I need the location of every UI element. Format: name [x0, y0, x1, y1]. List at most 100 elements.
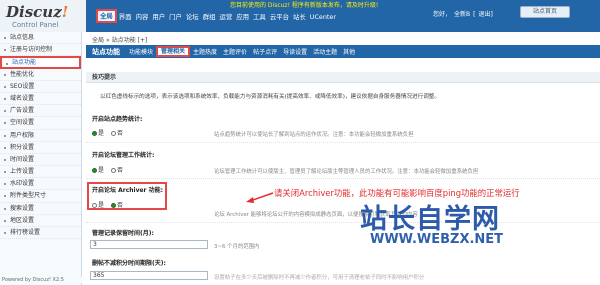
nav-item-3[interactable]: 用户 [150, 11, 167, 23]
field-desc-delete: 设置帖子在多少天后被删除时不再减少作者积分，可用于清理老帖子同时不影响用户积分 [214, 275, 425, 281]
logo-mark: ! [61, 3, 69, 21]
upgrade-notice[interactable]: 您目前使用的 Discuz! 程序有新版本发布，请及时升级! [230, 1, 378, 10]
sidebar-item-8[interactable]: 用户权限 [0, 130, 81, 142]
powered-by: Powered by Discuz! X2.5 [0, 277, 82, 283]
tips-header: 技巧提示 [86, 72, 600, 83]
sidebar-item-10[interactable]: 时间设置 [0, 154, 81, 167]
delete-period-input[interactable]: 365 [90, 271, 208, 280]
nav-item-9[interactable]: 工具 [251, 11, 268, 23]
sidebar-item-9[interactable]: 积分设置 [0, 142, 81, 154]
sidebar-item-12[interactable]: 水印设置 [0, 178, 81, 191]
sidebar-item-6[interactable]: 广告设置 [0, 105, 81, 118]
separator: [ [473, 11, 476, 18]
radio-no-icon [111, 203, 117, 208]
sub-tabs: 站点功能 功能模块 管理相关 主题热度 主题评价 帖子点评 导读设置 活动主题 其他 [86, 45, 600, 58]
radio-yes[interactable]: 是 [92, 200, 104, 209]
nav-item-4[interactable]: 门户 [167, 11, 184, 23]
tab-5[interactable]: 导读设置 [280, 47, 310, 56]
nav-item-2[interactable]: 内容 [134, 11, 151, 23]
sidebar: 站点信息 注册与访问控制 站点功能 性能优化 SEO设置 域名设置 广告设置 空间设置 用户权限… [0, 32, 82, 285]
tab-4[interactable]: 帖子点评 [250, 47, 280, 56]
setting-desc-work: 论坛管理工作统计可以使版主、管理员了解论坛版主等管理人员的工作状况。注意：本功能… [214, 169, 479, 175]
breadcrumb-page: 站点功能 [111, 37, 136, 44]
watermark-cn: 站长自学网 [360, 204, 500, 235]
annotation-arrow-icon [246, 192, 274, 203]
watermark-url: WWW.WEBZX.NET [370, 232, 504, 247]
username: 全新B [454, 11, 471, 18]
setting-radios-work: 是 否 [92, 165, 123, 174]
divider [86, 142, 600, 143]
radio-yes[interactable]: 是 [92, 165, 104, 174]
radio-no-label: 否 [117, 167, 124, 174]
radio-no-icon [111, 131, 117, 136]
divider [86, 178, 600, 179]
section-title: 站点功能 [92, 47, 120, 56]
radio-no[interactable]: 否 [111, 200, 123, 209]
user-info: 您好， 全新B[退出] [430, 9, 493, 18]
nav-item-1[interactable]: 界面 [117, 11, 134, 23]
nav-item-5[interactable]: 论坛 [184, 11, 201, 23]
setting-desc-trend: 站点趋势统计可以使站长了解到站点的运作状况。注意：本功能会轻微加重系统负担 [214, 132, 414, 138]
nav-item-0[interactable]: 全局 [96, 9, 117, 23]
sidebar-item-0[interactable]: 站点信息 [0, 32, 81, 45]
setting-label-work: 开启论坛管理工作统计: [92, 152, 155, 159]
sidebar-item-16[interactable]: 排行榜设置 [0, 227, 81, 240]
nav-item-6[interactable]: 群组 [201, 11, 218, 23]
radio-yes-icon [92, 131, 97, 136]
radio-yes-icon [92, 203, 97, 208]
sidebar-item-7[interactable]: 空间设置 [0, 117, 81, 130]
breadcrumb-root[interactable]: 全局 [92, 37, 104, 44]
radio-yes-label: 是 [98, 130, 105, 137]
greeting: 您好， [433, 11, 452, 18]
nav-item-7[interactable]: 运营 [217, 11, 234, 23]
logo-text: Discuz [6, 3, 62, 21]
radio-yes[interactable]: 是 [92, 128, 104, 137]
radio-no-label: 否 [117, 130, 124, 137]
setting-radios-trend: 是 否 [92, 128, 123, 137]
top-nav: 全局 界面 内容 用户 门户 论坛 群组 运营 应用 工具 云平台 站长 UCenter [96, 9, 338, 23]
radio-yes-label: 是 [98, 167, 105, 174]
divider [86, 222, 600, 223]
sidebar-item-13[interactable]: 附件类型尺寸 [0, 190, 81, 203]
sidebar-item-4[interactable]: SEO设置 [0, 81, 81, 93]
tip-text: 以红色虚线标示的选项，表示该选项和系统效率、负载能力与资源消耗有关(提高效率、或… [100, 94, 440, 100]
logout-link[interactable]: 退出] [478, 11, 492, 18]
sidebar-item-5[interactable]: 域名设置 [0, 93, 81, 106]
breadcrumb-sep: » [106, 37, 110, 44]
logo-subtitle: Control Panel [12, 21, 59, 29]
sidebar-item-14[interactable]: 搜索设置 [0, 203, 81, 215]
tab-6[interactable]: 活动主题 [310, 47, 340, 56]
tab-2[interactable]: 主题热度 [190, 47, 220, 56]
radio-no-label: 否 [117, 202, 124, 209]
main-panel: 全局» 站点功能 [+] 站点功能 功能模块 管理相关 主题热度 主题评价 帖子点评 导读设… [86, 32, 600, 285]
tab-1[interactable]: 管理相关 [156, 46, 191, 57]
tab-0[interactable]: 功能模块 [126, 47, 156, 56]
sidebar-item-2[interactable]: 站点功能 [0, 56, 81, 69]
tab-3[interactable]: 主题评价 [220, 47, 250, 56]
breadcrumb: 全局» 站点功能 [+] [92, 35, 147, 44]
discuz-logo: Discuz! Control Panel [0, 0, 86, 32]
radio-no[interactable]: 否 [111, 165, 123, 174]
sidebar-item-1[interactable]: 注册与访问控制 [0, 44, 81, 57]
field-desc-log: 3~6 个月的范围内 [214, 244, 260, 250]
sidebar-item-15[interactable]: 地区设置 [0, 215, 81, 227]
radio-yes-label: 是 [98, 202, 105, 209]
log-retention-input[interactable]: 3 [90, 240, 208, 249]
nav-item-10[interactable]: 云平台 [268, 11, 291, 23]
radio-yes-icon [92, 168, 97, 173]
breadcrumb-plus[interactable]: [+] [138, 37, 148, 44]
nav-item-8[interactable]: 应用 [234, 11, 251, 23]
field-label-delete: 删帖不减积分时间期限(天): [92, 260, 166, 267]
setting-label-trend: 开启站点趋势统计: [92, 116, 143, 123]
radio-no-icon [111, 168, 117, 173]
tab-7[interactable]: 其他 [340, 47, 358, 56]
setting-radios-archiver: 是 否 [92, 200, 123, 209]
site-home-button[interactable]: 站点首页 [520, 6, 570, 18]
nav-item-11[interactable]: 站长 [291, 11, 308, 23]
radio-no[interactable]: 否 [111, 128, 123, 137]
field-label-log: 管理记录保留时间(月): [92, 230, 154, 237]
setting-label-archiver: 开启论坛 Archiver 功能: [92, 187, 164, 194]
nav-item-12[interactable]: UCenter [308, 11, 338, 23]
sidebar-item-11[interactable]: 上传设置 [0, 166, 81, 179]
sidebar-item-3[interactable]: 性能优化 [0, 69, 81, 81]
